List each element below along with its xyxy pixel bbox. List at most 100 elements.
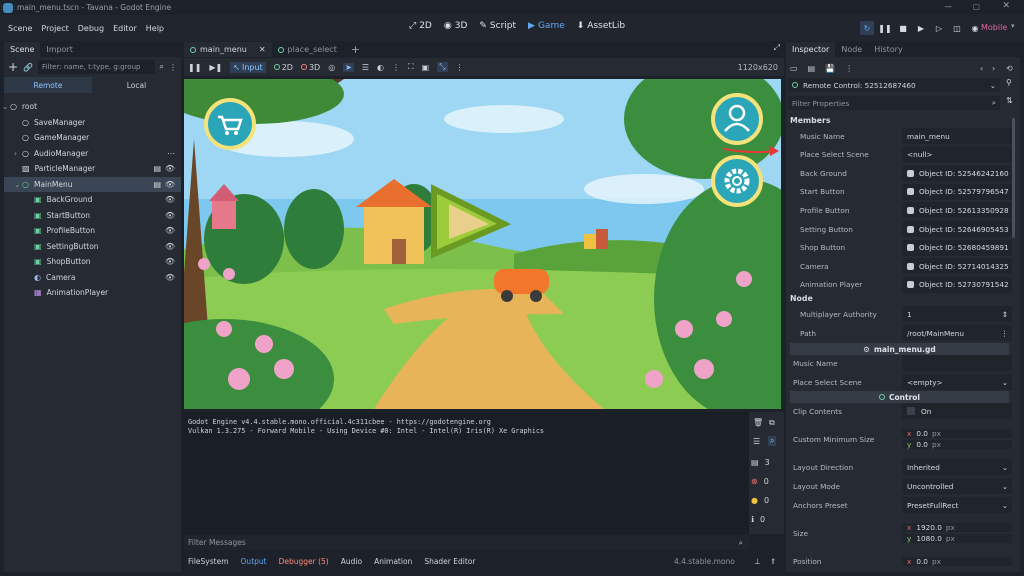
- property-value[interactable]: <empty> ⌄: [902, 374, 1012, 390]
- pause-icon[interactable]: ❚❚: [878, 21, 892, 35]
- main-tab-game[interactable]: ▶ Game: [528, 21, 565, 31]
- main-tab-script[interactable]: ✎ Script: [479, 21, 516, 31]
- checkbox[interactable]: [907, 407, 915, 415]
- filter-error-toggle[interactable]: ⊗ 0: [751, 477, 769, 486]
- visibility-eye-icon[interactable]: 👁: [165, 164, 175, 173]
- path-options-icon[interactable]: ⋮: [1001, 329, 1008, 338]
- expand-panel-icon[interactable]: ⇑: [770, 557, 776, 566]
- script-icon[interactable]: ▤: [153, 180, 161, 189]
- main-tab-3d[interactable]: ◉ 3D: [444, 21, 468, 31]
- property-value[interactable]: main_menu: [902, 128, 1012, 144]
- visibility-eye-icon[interactable]: 👁: [165, 211, 175, 220]
- property-value[interactable]: Object ID: 52546242160: [902, 165, 1012, 182]
- shop-button-icon[interactable]: [204, 98, 256, 150]
- vector-y-field[interactable]: y 0.0 px: [902, 440, 1012, 449]
- visibility-eye-icon[interactable]: 👁: [165, 273, 175, 282]
- stretch-icon[interactable]: ⤡: [437, 62, 448, 72]
- remote-object-selector[interactable]: Remote Control: 52512687460 ⌄: [788, 78, 1000, 92]
- property-value[interactable]: Object ID: 52730791542: [902, 276, 1012, 293]
- tree-item-settingbutton[interactable]: ▣ SettingButton 👁: [4, 239, 181, 255]
- tab-node[interactable]: Node: [835, 42, 868, 57]
- save-resource-icon[interactable]: 💾: [825, 64, 835, 73]
- tab-place-select[interactable]: place_select: [272, 42, 343, 57]
- visibility-eye-icon[interactable]: 👁: [165, 257, 175, 266]
- remote-tab[interactable]: Remote: [4, 77, 92, 93]
- extra-options-icon[interactable]: ⋮: [845, 64, 853, 73]
- remote-debug-icon[interactable]: ↻: [860, 21, 874, 35]
- aspect-icon[interactable]: ▣: [422, 63, 430, 72]
- setting-button-icon[interactable]: [711, 155, 763, 207]
- tree-item-shopbutton[interactable]: ▣ ShopButton 👁: [4, 254, 181, 270]
- tree-item-background[interactable]: ▣ BackGround 👁: [4, 192, 181, 208]
- tree-item-camera[interactable]: ◐ Camera 👁: [4, 270, 181, 286]
- pin-icon[interactable]: ⊥: [754, 557, 761, 566]
- fit-icon[interactable]: ⛶: [408, 62, 414, 72]
- visibility-eye-icon[interactable]: 👁: [165, 226, 175, 235]
- tab-import[interactable]: Import: [40, 42, 79, 57]
- filter-log-toggle[interactable]: ▤ 3: [751, 458, 770, 467]
- history-icon[interactable]: ⟲: [1006, 64, 1013, 73]
- script-icon[interactable]: ▤: [153, 164, 161, 173]
- tree-item-profilebutton[interactable]: ▣ ProfileButton 👁: [4, 223, 181, 239]
- add-tab-icon[interactable]: +: [351, 43, 360, 56]
- tree-item-startbutton[interactable]: ▣ StartButton 👁: [4, 208, 181, 224]
- back-icon[interactable]: ‹: [980, 64, 983, 73]
- list-select-icon[interactable]: ☰: [362, 63, 369, 72]
- property-value[interactable]: Object ID: 52646905453: [902, 221, 1012, 237]
- tab-inspector[interactable]: Inspector: [786, 42, 836, 57]
- main-tab-assetlib[interactable]: ⬇ AssetLib: [577, 21, 625, 31]
- visibility-eye-icon[interactable]: 👁: [165, 195, 175, 204]
- main-tab-2d[interactable]: ⤢ 2D: [409, 21, 432, 31]
- pause-game-icon[interactable]: ❚❚: [188, 63, 201, 72]
- new-resource-icon[interactable]: ▭: [790, 64, 798, 73]
- tree-item-animationplayer[interactable]: ▦ AnimationPlayer: [4, 285, 181, 301]
- property-value[interactable]: Inherited ⌄: [902, 459, 1012, 475]
- clear-log-icon[interactable]: 🗑: [753, 418, 763, 427]
- tree-item-particlemanager[interactable]: ▨ ParticleManager ▤ 👁: [4, 161, 181, 177]
- expand-arrow-icon[interactable]: ⌄: [14, 180, 22, 189]
- property-value[interactable]: Object ID: 52680459891: [902, 239, 1012, 256]
- vector-x-field[interactable]: x 1920.0 px: [902, 523, 1012, 532]
- open-resource-icon[interactable]: ▤: [808, 64, 816, 73]
- tab-main-menu[interactable]: main_menu ✕: [184, 42, 272, 57]
- property-value[interactable]: Object ID: 52613350928: [902, 202, 1012, 219]
- renderer-select[interactable]: Mobile: [981, 23, 1007, 32]
- close-tab-icon[interactable]: ✕: [259, 45, 266, 54]
- menu-scene[interactable]: Scene: [8, 24, 32, 33]
- menu-debug[interactable]: Debug: [78, 24, 104, 33]
- copy-icon[interactable]: ⧉: [769, 418, 775, 428]
- expand-arrow-icon[interactable]: ›: [14, 149, 22, 158]
- collapse-icon[interactable]: ☰: [753, 437, 760, 446]
- tree-item-mainmenu[interactable]: ⌄ ○ MainMenu ▤ 👁: [4, 176, 181, 192]
- select-mode-icon[interactable]: ◎: [328, 63, 335, 72]
- spinner-icon[interactable]: ⇕: [1002, 310, 1008, 319]
- copy-path-icon[interactable]: ⚲: [1006, 78, 1012, 87]
- forward-icon[interactable]: ›: [992, 64, 995, 73]
- property-value[interactable]: PresetFullRect ⌄: [902, 497, 1012, 513]
- tab-scene[interactable]: Scene: [4, 42, 41, 57]
- tree-item-savemanager[interactable]: ○ SaveManager: [4, 115, 181, 131]
- profile-button-icon[interactable]: [711, 93, 763, 145]
- filter-properties-input[interactable]: Filter Properties ⌕: [788, 96, 1000, 110]
- filter-messages-input[interactable]: Filter Messages ⌕: [184, 535, 749, 550]
- close-button[interactable]: ✕: [1002, 1, 1010, 11]
- pointer-icon[interactable]: ➤: [343, 62, 354, 72]
- visibility-eye-icon[interactable]: 👁: [165, 242, 175, 251]
- movie-icon[interactable]: ◉: [968, 21, 982, 35]
- vector-x-field[interactable]: x 0.0 px: [902, 556, 1012, 566]
- embed-options-icon[interactable]: ⋮: [456, 63, 464, 72]
- filter-warning-toggle[interactable]: ● 0: [751, 496, 769, 505]
- vector-y-field[interactable]: y 1080.0 px: [902, 534, 1012, 543]
- play-scene-icon[interactable]: ▶: [914, 21, 928, 35]
- tree-item-audiomanager[interactable]: › ○ AudioManager ⋯: [4, 146, 181, 162]
- property-value[interactable]: [902, 355, 1012, 371]
- property-value[interactable]: Object ID: 52714014325: [902, 258, 1012, 275]
- tab-output[interactable]: Output: [241, 557, 267, 566]
- property-value[interactable]: Uncontrolled ⌄: [902, 478, 1012, 494]
- tree-item-root[interactable]: ⌄ ○ root: [2, 99, 181, 115]
- property-value[interactable]: 1 ⇕: [902, 306, 1012, 322]
- menu-help[interactable]: Help: [146, 24, 164, 33]
- property-value[interactable]: On: [902, 403, 1012, 419]
- filter-search-icon[interactable]: ⌕: [768, 436, 777, 446]
- tab-history[interactable]: History: [868, 42, 908, 57]
